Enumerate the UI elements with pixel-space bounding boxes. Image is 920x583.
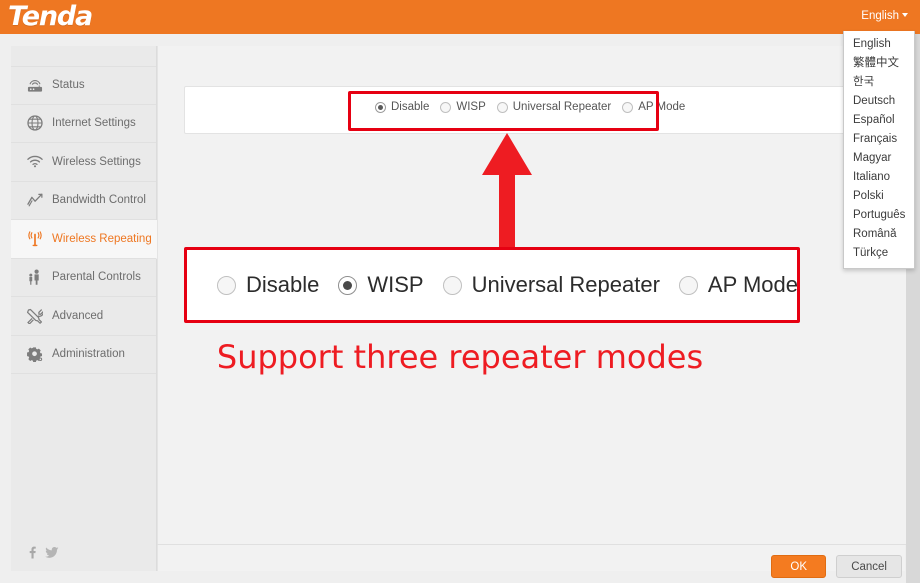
- sidebar-item-status[interactable]: Status: [11, 66, 156, 105]
- sidebar-item-list: Status Internet Settings Wireless Settings…: [11, 66, 157, 374]
- ok-button[interactable]: OK: [771, 555, 827, 578]
- sidebar-item-wireless-repeating[interactable]: Wireless Repeating: [11, 220, 157, 259]
- radio-label: Disable: [246, 272, 320, 297]
- radio-button[interactable]: [442, 275, 462, 295]
- radio-label: Universal Repeater: [512, 101, 612, 113]
- radio-option-disable[interactable]: Disable: [375, 101, 429, 113]
- sidebar-item-label: Bandwidth Control: [52, 194, 146, 207]
- tools-icon: [27, 308, 43, 324]
- radio-label: Universal Repeater: [471, 272, 660, 297]
- language-option[interactable]: English: [844, 35, 914, 54]
- router-icon: [27, 77, 43, 93]
- router-admin-page: Tenda English English 繁體中文 한국 Deutsch Españo…: [0, 0, 920, 583]
- radio-option-universal-repeater[interactable]: Universal Repeater: [442, 272, 660, 298]
- sidebar-item-label: Wireless Settings: [52, 155, 141, 168]
- repeating-mode-radio-group[interactable]: Disable WISP Universal Repeater AP Mode: [375, 101, 685, 113]
- language-option[interactable]: Español: [844, 111, 914, 130]
- chart-line-icon: [27, 192, 43, 208]
- twitter-icon[interactable]: [45, 546, 59, 559]
- chevron-down-icon: [902, 13, 908, 17]
- language-option[interactable]: Deutsch: [844, 92, 914, 111]
- parent-child-icon: [27, 269, 43, 286]
- radio-button[interactable]: [217, 275, 236, 295]
- sidebar-item-parental-controls[interactable]: Parental Controls: [11, 259, 156, 297]
- language-option[interactable]: Polski: [844, 187, 914, 206]
- magnified-radio-group[interactable]: Disable WISP Universal Repeater AP Mode: [217, 272, 798, 298]
- radio-label: AP Mode: [638, 101, 686, 113]
- radio-button[interactable]: [496, 101, 508, 113]
- radio-label: Disable: [391, 101, 430, 113]
- radio-label: AP Mode: [707, 272, 799, 297]
- radio-button[interactable]: [338, 275, 358, 295]
- callout-arrow-icon: [476, 131, 538, 249]
- language-option[interactable]: 한국: [844, 73, 914, 92]
- language-option[interactable]: 繁體中文: [844, 54, 914, 73]
- wifi-icon: [27, 154, 43, 170]
- sidebar-item-wireless-settings[interactable]: Wireless Settings: [11, 143, 156, 182]
- radio-label: WISP: [367, 272, 424, 297]
- radio-option-universal-repeater[interactable]: Universal Repeater: [496, 101, 612, 113]
- cancel-button[interactable]: Cancel: [836, 555, 902, 578]
- antenna-icon: [27, 231, 43, 247]
- radio-label: WISP: [456, 101, 486, 113]
- radio-option-ap-mode[interactable]: AP Mode: [622, 101, 685, 113]
- annotation-text: Support three repeater modes: [216, 338, 704, 376]
- social-links: [27, 546, 59, 559]
- sidebar-item-label: Advanced: [52, 309, 104, 322]
- magnified-mode-callout: Disable WISP Universal Repeater AP Mode: [184, 247, 800, 323]
- language-dropdown-menu[interactable]: English 繁體中文 한국 Deutsch Español Français Magya…: [843, 31, 915, 269]
- sidebar-item-internet-settings[interactable]: Internet Settings: [11, 105, 156, 143]
- tenda-logo: Tenda: [8, 1, 93, 32]
- language-option[interactable]: Italiano: [844, 168, 914, 187]
- radio-option-wisp[interactable]: WISP: [338, 272, 424, 298]
- language-selector-button[interactable]: English: [861, 9, 908, 24]
- language-option[interactable]: Română: [844, 225, 914, 244]
- globe-icon: [27, 115, 43, 131]
- sidebar-item-label: Wireless Repeating: [52, 232, 152, 245]
- sidebar-item-bandwidth-control[interactable]: Bandwidth Control: [11, 182, 156, 220]
- radio-button[interactable]: [678, 275, 698, 295]
- app-header: Tenda English: [0, 0, 920, 34]
- radio-option-disable[interactable]: Disable: [217, 272, 319, 298]
- radio-button[interactable]: [622, 101, 634, 113]
- language-option[interactable]: Magyar: [844, 149, 914, 168]
- footer-divider: [157, 544, 906, 545]
- language-selected-label: English: [861, 10, 899, 22]
- wireless-repeating-panel: Disable WISP Universal Repeater AP Mode: [184, 86, 880, 134]
- sidebar-nav: Status Internet Settings Wireless Settings…: [11, 46, 157, 571]
- sidebar-top-spacer: [11, 46, 156, 66]
- facebook-icon[interactable]: [27, 546, 38, 559]
- radio-option-wisp[interactable]: WISP: [440, 101, 486, 113]
- radio-button[interactable]: [375, 101, 386, 113]
- sidebar-item-advanced[interactable]: Advanced: [11, 297, 156, 336]
- language-option[interactable]: Português: [844, 206, 914, 225]
- sidebar-item-label: Internet Settings: [52, 117, 136, 130]
- sidebar-item-label: Parental Controls: [52, 271, 141, 284]
- radio-button[interactable]: [440, 101, 452, 113]
- language-option[interactable]: Français: [844, 130, 914, 149]
- sidebar-item-label: Status: [52, 79, 85, 92]
- language-option[interactable]: Türkçe: [844, 244, 914, 263]
- form-action-buttons: OK Cancel: [771, 555, 902, 578]
- radio-option-ap-mode[interactable]: AP Mode: [678, 272, 799, 298]
